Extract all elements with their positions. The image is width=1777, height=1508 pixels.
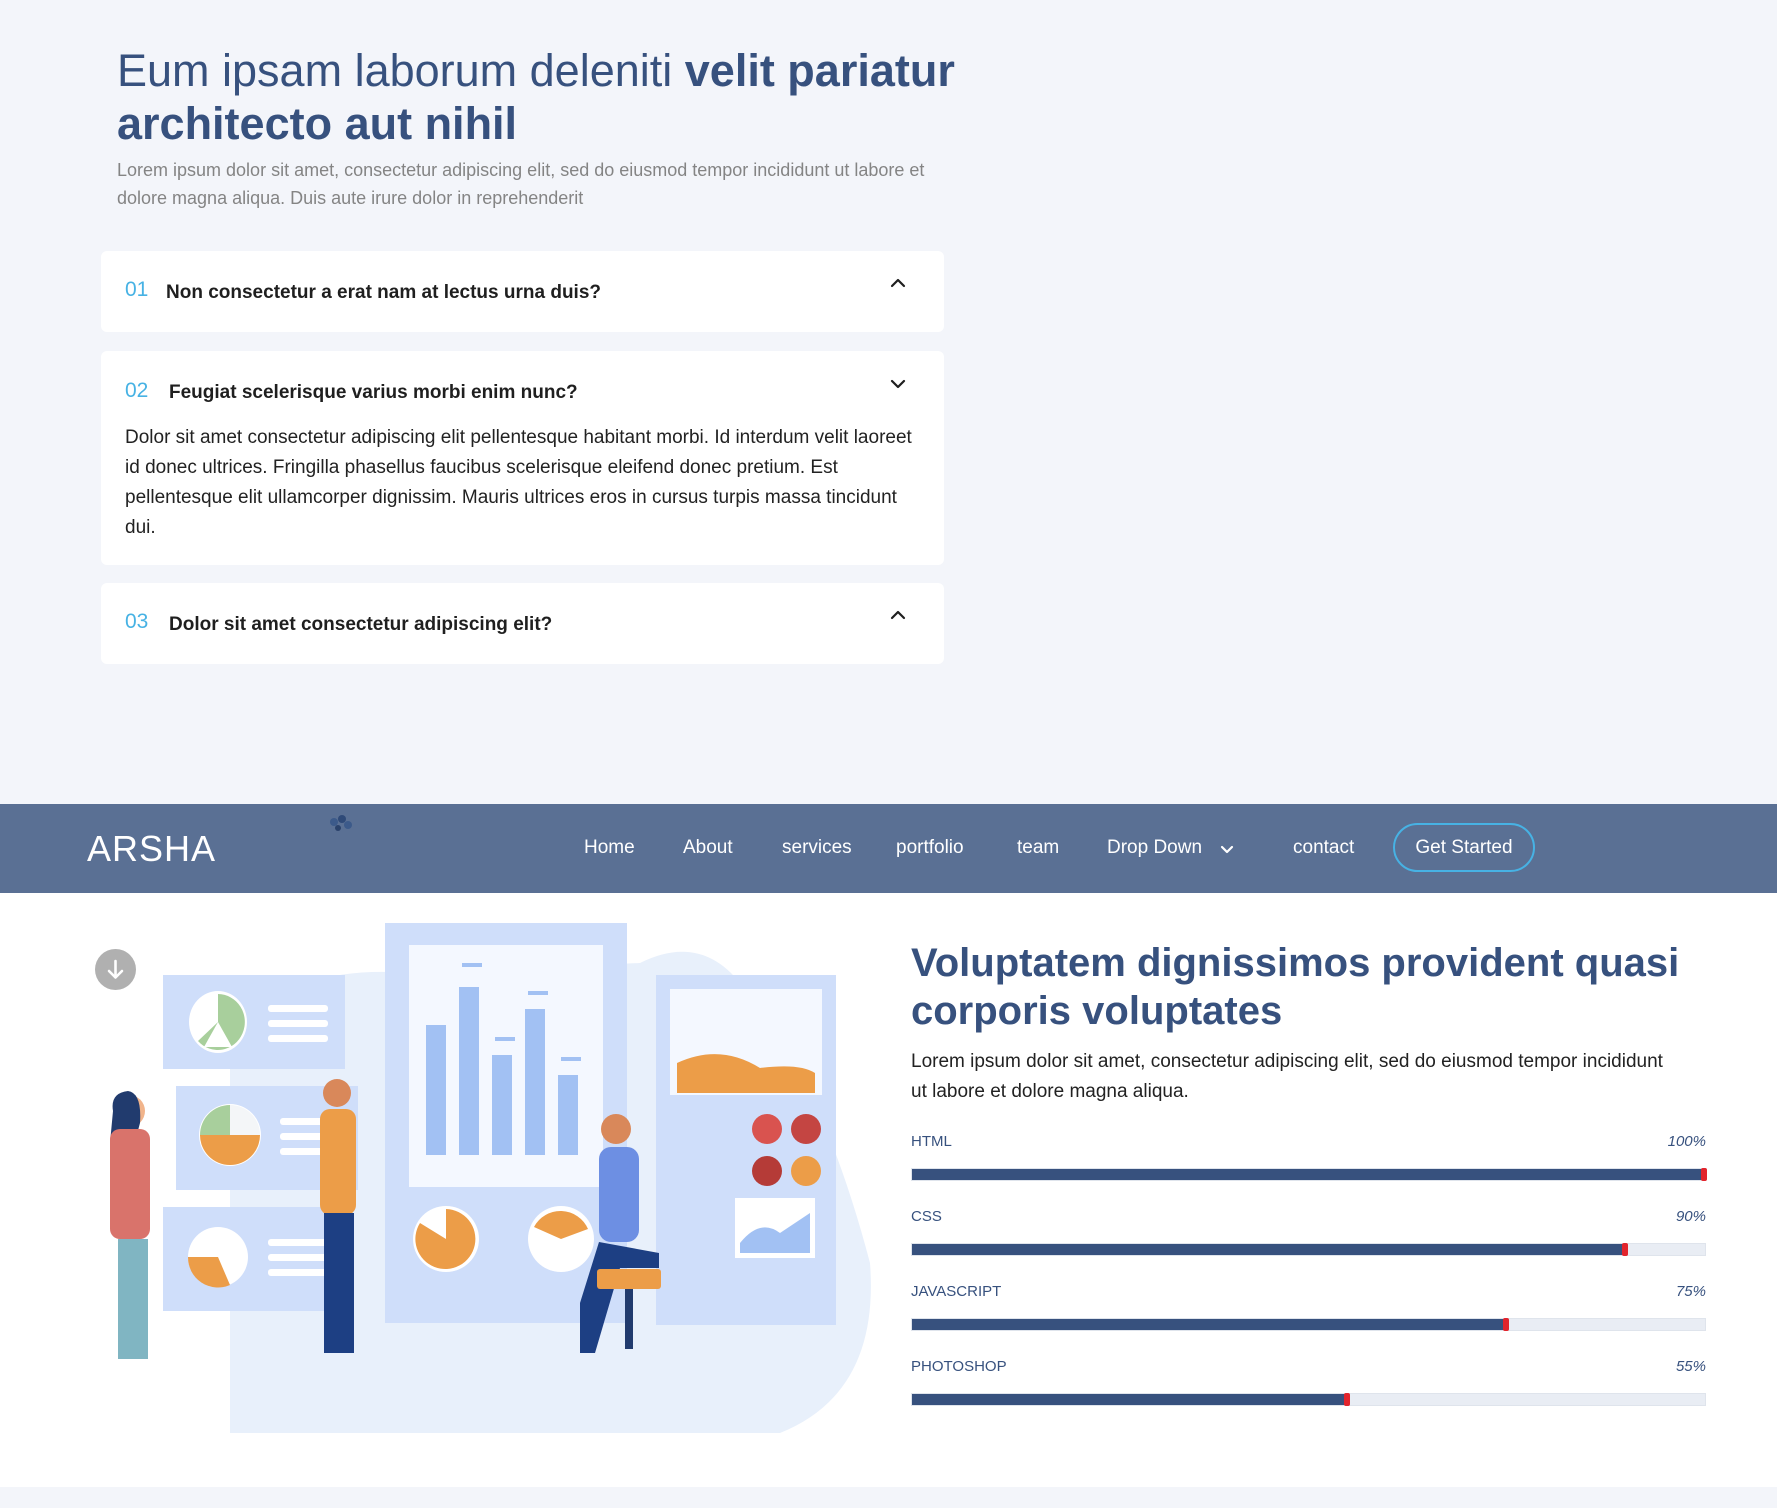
chevron-down-icon[interactable] xyxy=(1218,840,1236,858)
site-header: ARSHA Home About services portfolio team… xyxy=(0,804,1777,893)
faq-item-3[interactable]: 03 Dolor sit amet consectetur adipiscing… xyxy=(101,583,944,664)
progress-tip xyxy=(1621,1243,1628,1256)
skill-label: JAVASCRIPT xyxy=(911,1283,1002,1300)
progress-bar xyxy=(911,1318,1706,1331)
faq-question[interactable]: Dolor sit amet consectetur adipiscing el… xyxy=(169,614,552,636)
progress-fill xyxy=(912,1168,1707,1181)
faq-description: Lorem ipsum dolor sit amet, consectetur … xyxy=(117,160,925,208)
chevron-down-icon[interactable] xyxy=(888,374,908,394)
nav-home[interactable]: Home xyxy=(584,837,635,859)
nav-about[interactable]: About xyxy=(683,837,733,859)
faq-section: Eum ipsam laborum deleniti velit pariatu… xyxy=(0,0,1777,804)
analytics-illustration xyxy=(110,923,871,1433)
faq-number: 03 xyxy=(125,610,149,633)
skill-value: 55% xyxy=(1675,1358,1706,1375)
progress-fill xyxy=(912,1243,1628,1256)
progress-tip xyxy=(1502,1318,1509,1331)
skill-label: HTML xyxy=(911,1133,952,1150)
progress-fill xyxy=(912,1393,1351,1406)
faq-item-2[interactable]: 02 Feugiat scelerisque varius morbi enim… xyxy=(101,351,944,565)
progress-tip xyxy=(1701,1168,1707,1181)
skills-description: Lorem ipsum dolor sit amet, consectetur … xyxy=(911,1051,1663,1102)
skill-value: 75% xyxy=(1675,1283,1706,1300)
scroll-down-button[interactable] xyxy=(95,949,136,990)
page-bottom-strip xyxy=(0,1487,1777,1508)
progress-tip xyxy=(1344,1393,1351,1406)
skill-value: 90% xyxy=(1675,1208,1706,1225)
decorative-mark-icon xyxy=(330,815,352,831)
faq-item-1[interactable]: 01 Non consectetur a erat nam at lectus … xyxy=(101,251,944,332)
progress-bar xyxy=(911,1243,1706,1256)
faq-title: Eum ipsam laborum deleniti velit pariatu… xyxy=(117,45,955,149)
get-started-button[interactable]: Get Started xyxy=(1393,823,1535,872)
chevron-up-icon[interactable] xyxy=(888,273,908,293)
nav-services[interactable]: services xyxy=(782,837,852,859)
skills-section: Voluptatem dignissimos provident quasi c… xyxy=(0,893,1777,1487)
skills-title: Voluptatem dignissimos provident quasi c… xyxy=(911,941,1680,1033)
arrow-down-circle-icon xyxy=(107,959,124,979)
skill-value: 100% xyxy=(1667,1133,1706,1150)
progress-bar xyxy=(911,1393,1706,1406)
nav-contact[interactable]: contact xyxy=(1293,837,1354,859)
nav-portfolio[interactable]: portfolio xyxy=(896,837,964,859)
logo[interactable]: ARSHA xyxy=(87,828,216,870)
faq-question[interactable]: Feugiat scelerisque varius morbi enim nu… xyxy=(169,382,578,404)
nav-dropdown[interactable]: Drop Down xyxy=(1107,837,1202,859)
chevron-up-icon[interactable] xyxy=(888,605,908,625)
faq-number: 02 xyxy=(125,379,149,402)
skill-label: CSS xyxy=(911,1208,942,1225)
nav-team[interactable]: team xyxy=(1017,837,1059,859)
faq-question[interactable]: Non consectetur a erat nam at lectus urn… xyxy=(166,282,601,304)
faq-answer: Dolor sit amet consectetur adipiscing el… xyxy=(125,427,912,538)
skill-label: PHOTOSHOP xyxy=(911,1358,1007,1375)
faq-number: 01 xyxy=(125,278,149,301)
progress-fill xyxy=(912,1318,1509,1331)
progress-bar xyxy=(911,1168,1707,1181)
